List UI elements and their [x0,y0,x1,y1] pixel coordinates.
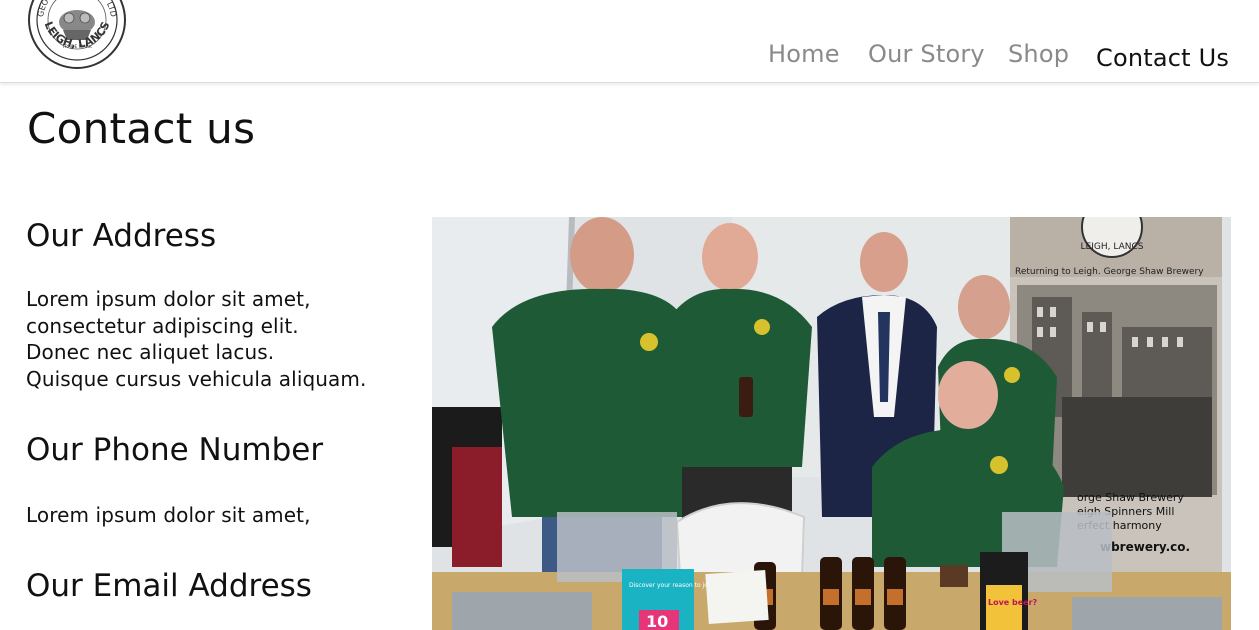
phone-heading: Our Phone Number [26,432,324,468]
banner-line: orge Shaw Brewery [1077,491,1184,504]
banner-caption: Returning to Leigh. George Shaw Brewery [1015,267,1204,277]
address-line: Lorem ipsum dolor sit amet, [26,287,311,311]
address-heading: Our Address [26,218,217,254]
banner-url: wbrewery.co. [1100,540,1190,554]
address-line: Quisque cursus vehicula aliquam. [26,367,367,392]
email-heading: Our Email Address [26,568,312,604]
leaflet-number: 10 [646,612,668,630]
phone-text: Lorem ipsum dolor sit amet, [26,503,311,527]
address-text: Lorem ipsum dolor sit amet, consectetur … [26,286,426,393]
team-photo-illustration: LEIGH, LANCS Returning to Leigh. George … [432,217,1231,630]
address-line: consectetur adipiscing elit. [26,313,299,338]
nav-contact-us[interactable]: Contact Us [1096,44,1229,72]
main-nav: Home Our Story Shop Contact Us [0,40,1259,72]
nav-home[interactable]: Home [768,40,840,68]
book-text: Love beer? [988,598,1038,607]
address-line: Donec nec aliquet lacus. [26,340,275,365]
nav-shop[interactable]: Shop [1008,40,1069,68]
nav-our-story[interactable]: Our Story [868,40,985,68]
site-header: LEIGH, LANCS GEORGE SHAW & CO LTD TRADE … [0,0,1259,83]
team-photo: LEIGH, LANCS Returning to Leigh. George … [432,217,1231,630]
banner-seal-text: LEIGH, LANCS [1081,242,1144,252]
page-title: Contact us [27,104,256,153]
